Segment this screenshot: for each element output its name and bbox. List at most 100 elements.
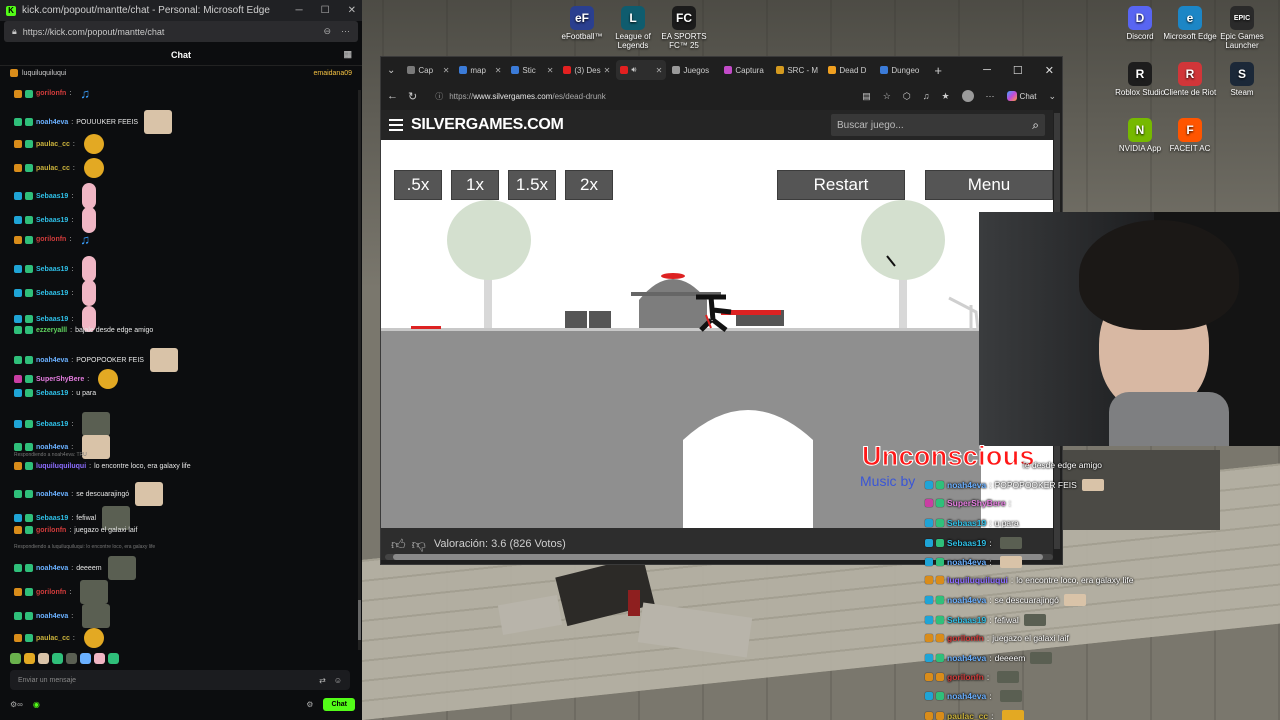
media-control-icon[interactable]: ♫: [923, 91, 930, 101]
speed-button[interactable]: .5x: [394, 170, 442, 200]
browser-tab[interactable]: Cap ✕: [403, 60, 453, 80]
minimize-icon[interactable]: ─: [983, 64, 991, 77]
chat-username[interactable]: noah4eva: [36, 119, 68, 126]
chat-username[interactable]: paulac_cc: [36, 165, 70, 172]
chat-username[interactable]: Sebaas19: [36, 193, 68, 200]
settings-gear-icon[interactable]: ⚙: [306, 700, 313, 709]
chat-username[interactable]: noah4eva: [36, 357, 68, 364]
browser-tab[interactable]: Dead D: [824, 60, 874, 80]
tab-close-icon[interactable]: ✕: [547, 66, 554, 75]
thumbs-down-icon[interactable]: 👎︎: [412, 536, 426, 553]
emote-icon[interactable]: [38, 653, 49, 664]
site-search-input[interactable]: Buscar juego... ⌕: [831, 114, 1045, 136]
overlay-emote: [1030, 652, 1053, 664]
browser-tab[interactable]: Dungeo: [876, 60, 926, 80]
chevron-down-icon[interactable]: ⌄: [1048, 91, 1056, 102]
chat-username[interactable]: ezzeryalll: [36, 327, 67, 334]
close-icon[interactable]: ✕: [348, 5, 356, 16]
tab-close-icon[interactable]: ✕: [443, 66, 450, 75]
chat-username[interactable]: noah4eva: [36, 491, 68, 498]
emote-icon[interactable]: [52, 653, 63, 664]
settings-more-icon[interactable]: ⋯: [986, 91, 995, 102]
desktop-shortcut[interactable]: S Steam: [1210, 62, 1274, 97]
favorite-icon[interactable]: ☆: [883, 91, 891, 102]
chat-username[interactable]: gorilonfn: [36, 527, 66, 534]
tab-audio-icon[interactable]: 🔊︎: [631, 65, 636, 75]
browser-tab[interactable]: (3) Des ✕: [559, 60, 614, 80]
emote-icon[interactable]: [24, 653, 35, 664]
emoji-icon[interactable]: ☺: [334, 676, 342, 685]
speed-button[interactable]: 1x: [451, 170, 499, 200]
emote-icon[interactable]: [108, 653, 119, 664]
emote-icon[interactable]: [94, 653, 105, 664]
site-info-icon[interactable]: ⓘ: [435, 91, 443, 102]
browser-tab[interactable]: Juegos: [668, 60, 718, 80]
chat-username[interactable]: noah4eva: [36, 613, 68, 620]
profile-avatar[interactable]: [961, 90, 974, 102]
chat-username[interactable]: SuperShyBere: [36, 376, 84, 383]
users-icon[interactable]: ▦: [343, 49, 352, 60]
chat-send-button[interactable]: Chat: [323, 697, 355, 711]
close-icon[interactable]: ✕: [1045, 64, 1054, 77]
kick-points-icon[interactable]: ◉: [33, 700, 40, 709]
chat-username[interactable]: Sebaas19: [36, 266, 68, 273]
maximize-icon[interactable]: ☐: [321, 5, 330, 16]
hamburger-menu-icon[interactable]: [389, 119, 403, 131]
copilot-button[interactable]: Chat: [1006, 91, 1036, 101]
emote-icon[interactable]: [80, 653, 91, 664]
thumbs-up-icon[interactable]: 👍︎: [391, 536, 406, 553]
chat-input[interactable]: Enviar un mensaje ⇄ ☺: [10, 670, 350, 690]
browser-tab[interactable]: Captura: [720, 60, 770, 80]
tab-actions-icon[interactable]: ⌄: [387, 65, 395, 76]
extensions-icon[interactable]: ⬡: [903, 91, 911, 102]
translate-icon[interactable]: ⇄: [319, 676, 326, 685]
menu-button[interactable]: Menu: [925, 170, 1053, 200]
chat-username[interactable]: Sebaas19: [36, 421, 68, 428]
emote-icon[interactable]: [10, 653, 21, 664]
search-icon[interactable]: ⌕: [1032, 118, 1039, 133]
maximize-icon[interactable]: ☐: [1013, 64, 1023, 77]
tab-close-icon[interactable]: ✕: [604, 66, 611, 75]
chat-username[interactable]: noah4eva: [36, 565, 68, 572]
chat-username[interactable]: noah4eva: [36, 444, 68, 451]
chat-scrollbar[interactable]: [358, 90, 361, 650]
chat-username[interactable]: Sebaas19: [36, 390, 68, 397]
reader-icon[interactable]: ▤: [862, 91, 871, 102]
desktop-shortcut[interactable]: F FACEIT AC: [1158, 118, 1222, 153]
speed-button[interactable]: 1.5x: [508, 170, 556, 200]
chat-username[interactable]: Sebaas19: [36, 217, 68, 224]
chat-username[interactable]: gorilonfn: [36, 236, 66, 243]
chat-username[interactable]: gorilonfn: [36, 589, 66, 596]
browser-tab[interactable]: map ✕: [455, 60, 505, 80]
tab-close-icon[interactable]: ✕: [656, 66, 663, 75]
favorites-icon[interactable]: ★: [941, 91, 949, 102]
minimize-icon[interactable]: ─: [296, 5, 303, 16]
browser-tab[interactable]: Stic ✕: [507, 60, 557, 80]
chat-username[interactable]: paulac_cc: [36, 635, 70, 642]
browser-tab[interactable]: 🔊︎ ✕: [616, 60, 667, 80]
address-bar[interactable]: ⓘ https://www.silvergames.com/es/dead-dr…: [427, 87, 827, 105]
speed-button[interactable]: 2x: [565, 170, 613, 200]
chat-scrollbar-thumb[interactable]: [358, 600, 361, 640]
desktop-shortcut[interactable]: FC EA SPORTS FC™ 25: [652, 6, 716, 50]
chat-username[interactable]: luquiluquiluqui: [36, 463, 86, 470]
kick-url: https://kick.com/popout/mantte/chat: [22, 26, 165, 37]
browser-tab[interactable]: SRC - M: [772, 60, 822, 80]
chat-settings-icon[interactable]: ⚙∞: [10, 700, 23, 709]
new-tab-button[interactable]: +: [934, 63, 942, 78]
more-icon[interactable]: ⋯: [341, 26, 350, 37]
kick-address-bar[interactable]: 🔒︎ https://kick.com/popout/mantte/chat ⊖…: [4, 21, 358, 42]
desktop-shortcut[interactable]: EPIC Epic Games Launcher: [1210, 6, 1274, 50]
chat-username[interactable]: Sebaas19: [36, 290, 68, 297]
chat-username[interactable]: Sebaas19: [36, 316, 68, 323]
site-logo[interactable]: SILVERGAMES.COM: [411, 116, 564, 134]
emote-icon[interactable]: [66, 653, 77, 664]
chat-username[interactable]: paulac_cc: [36, 141, 70, 148]
refresh-icon[interactable]: ↻: [408, 90, 417, 103]
zoom-icon[interactable]: ⊖: [323, 26, 331, 37]
back-icon[interactable]: ←: [387, 90, 398, 102]
restart-button[interactable]: Restart: [777, 170, 905, 200]
chat-username[interactable]: Sebaas19: [36, 515, 68, 522]
tab-close-icon[interactable]: ✕: [495, 66, 502, 75]
chat-username[interactable]: gorilonfn: [36, 90, 66, 97]
